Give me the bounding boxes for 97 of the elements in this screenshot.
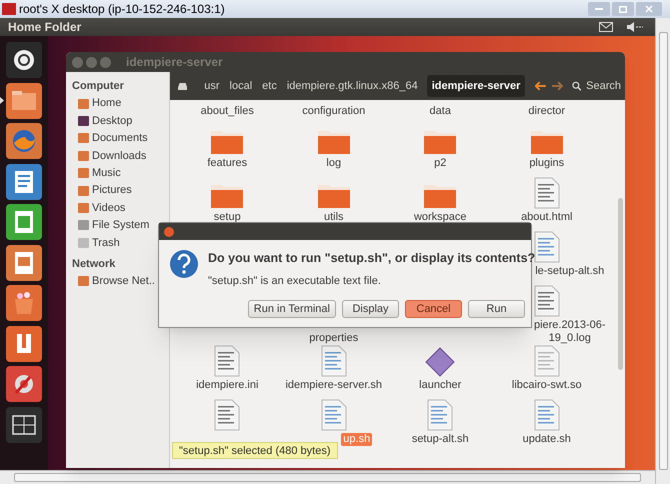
maximize-button[interactable]: [612, 2, 634, 16]
file-name[interactable]: log: [324, 157, 344, 170]
dialog-message: "setup.sh" is an executable text file.: [208, 274, 382, 289]
file-name[interactable]: properties: [307, 332, 360, 345]
file-name[interactable]: features: [205, 157, 250, 170]
place-icon: [78, 116, 89, 126]
place-icon: [78, 98, 89, 109]
document-icon: [214, 399, 240, 431]
document-icon: [320, 399, 347, 431]
horizontal-scrollbar[interactable]: [0, 470, 655, 484]
drive-icon[interactable]: [178, 82, 188, 90]
file-name[interactable]: plugins: [527, 157, 566, 170]
close-button[interactable]: [72, 56, 83, 68]
document-icon: [427, 399, 454, 431]
dialog-button[interactable]: Run: [468, 300, 525, 318]
document-icon: [534, 177, 560, 209]
path-button[interactable]: local: [224, 75, 258, 97]
sidebar-item[interactable]: Browse Net..: [66, 272, 169, 290]
window-title: idempiere-server: [126, 54, 223, 71]
sidebar-heading: Computer: [71, 79, 125, 94]
sidebar-heading: Network: [71, 256, 116, 272]
diamond-icon: [425, 347, 456, 377]
file-name[interactable]: setup: [212, 211, 243, 224]
place-icon: [78, 186, 89, 196]
sidebar-item[interactable]: Pictures: [66, 182, 169, 200]
running-indicator-icon: [0, 96, 4, 104]
window-title: root's X desktop (ip-10-152-246-103:1): [19, 1, 225, 18]
back-arrow-icon[interactable]: [535, 80, 546, 92]
dialog-button[interactable]: Display: [342, 300, 399, 318]
document-icon: [534, 345, 560, 377]
file-name[interactable]: libcairo-swt.so: [510, 379, 584, 392]
app-logo: [2, 3, 16, 15]
file-name[interactable]: idempiere.ini: [194, 379, 260, 392]
forward-arrow-icon[interactable]: [552, 80, 563, 92]
dialog-button[interactable]: Cancel: [405, 300, 462, 318]
document-icon: [320, 345, 347, 377]
file-name[interactable]: utils: [322, 211, 346, 224]
file-name[interactable]: workspace: [412, 211, 469, 224]
document-icon: [214, 345, 240, 377]
place-icon: [78, 238, 89, 248]
file-name[interactable]: idempiere-server.sh: [283, 379, 384, 392]
file-name[interactable]: update.sh: [520, 433, 573, 446]
search-button[interactable]: Search: [586, 78, 621, 94]
mail-icon[interactable]: [599, 22, 613, 32]
sidebar-item[interactable]: Music: [66, 164, 169, 182]
minimize-icon: [595, 8, 603, 10]
status-tooltip: "setup.sh" selected (480 bytes): [172, 442, 338, 459]
document-icon: [534, 399, 560, 431]
sidebar-item[interactable]: Documents: [66, 130, 169, 148]
place-icon: [78, 276, 89, 286]
launcher-app-icon[interactable]: [6, 326, 42, 362]
path-button[interactable]: idempiere-server: [426, 75, 526, 97]
minimize-button[interactable]: [86, 56, 97, 68]
question-icon: [169, 249, 199, 279]
file-name[interactable]: setup-alt.sh: [410, 433, 471, 446]
vertical-scrollbar[interactable]: [655, 18, 670, 484]
file-name[interactable]: configuration: [300, 105, 368, 118]
launcher-app-icon[interactable]: [6, 164, 42, 200]
file-name[interactable]: piere.2013-06-19_0.log: [518, 319, 622, 345]
minimize-button[interactable]: [588, 2, 610, 16]
search-icon[interactable]: [572, 80, 582, 92]
close-button[interactable]: [636, 2, 662, 16]
close-button[interactable]: [164, 226, 174, 236]
launcher-app-icon[interactable]: [6, 42, 42, 78]
sidebar-item[interactable]: Trash: [66, 234, 169, 252]
place-icon: [78, 150, 89, 161]
sidebar-item[interactable]: Videos: [66, 199, 169, 217]
sidebar-item[interactable]: Desktop: [66, 112, 169, 130]
scrollbar[interactable]: [618, 198, 623, 370]
file-name[interactable]: data: [428, 105, 453, 118]
maximize-button[interactable]: [100, 56, 111, 68]
path-button[interactable]: usr: [199, 75, 225, 97]
maximize-icon: [619, 6, 627, 12]
place-icon: [78, 220, 89, 230]
launcher-app-icon[interactable]: [6, 406, 42, 442]
close-icon: [645, 5, 653, 13]
document-icon: [534, 285, 560, 317]
dialog-button[interactable]: Run in Terminal: [248, 300, 336, 318]
place-icon: [78, 168, 89, 178]
file-name[interactable]: director: [526, 105, 568, 118]
launcher-app-icon[interactable]: [6, 244, 42, 280]
document-icon: [534, 231, 560, 263]
launcher-app-icon[interactable]: [6, 82, 42, 118]
path-button[interactable]: idempiere.gtk.linux.x86_64: [282, 75, 423, 97]
place-icon: [78, 203, 89, 214]
file-name[interactable]: about.html: [519, 211, 574, 224]
panel-title: Home Folder: [8, 19, 82, 36]
sidebar-item[interactable]: Downloads: [66, 147, 169, 165]
place-icon: [78, 133, 89, 144]
speaker-icon[interactable]: [627, 22, 643, 32]
file-name[interactable]: about_files: [198, 105, 256, 118]
file-name[interactable]: le-setup-alt.sh: [533, 265, 606, 278]
sidebar-item[interactable]: Home: [66, 95, 169, 112]
file-name[interactable]: p2: [432, 157, 448, 170]
path-button[interactable]: etc: [257, 75, 282, 97]
sidebar-item[interactable]: File System: [66, 216, 169, 234]
file-name[interactable]: launcher: [417, 379, 464, 392]
